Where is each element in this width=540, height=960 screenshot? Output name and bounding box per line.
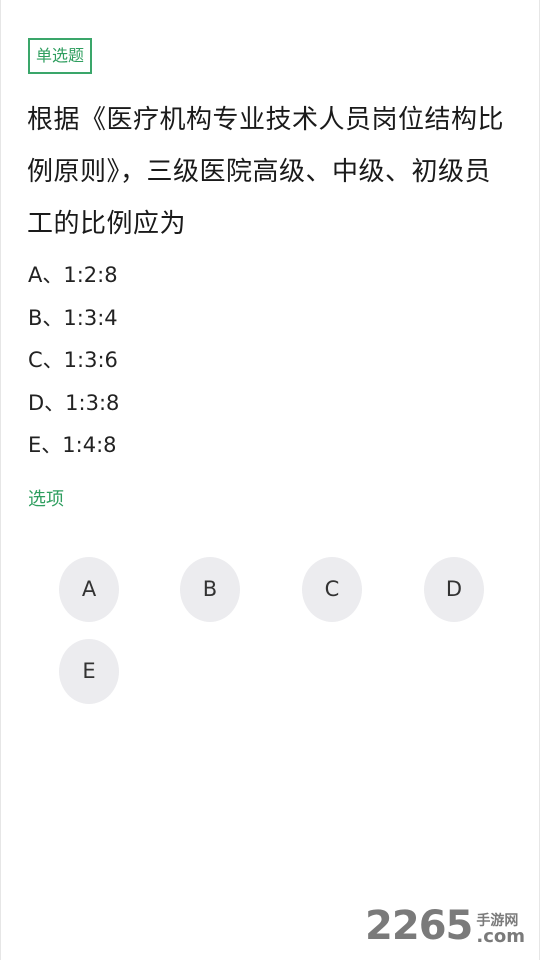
- watermark-number: 2265: [365, 903, 473, 949]
- option-item-b: B、1:3:4: [28, 305, 118, 330]
- answer-button-b[interactable]: B: [180, 557, 240, 622]
- option-item-c: C、1:3:6: [28, 348, 118, 372]
- answer-button-c[interactable]: C: [302, 557, 362, 622]
- question-type-badge: 单选题: [28, 38, 93, 74]
- option-list: A、1:2:8 B、1:3:4 C、1:3:6 D、1:3:8 E、1:4:8: [28, 254, 119, 467]
- answer-section-label: 选项: [28, 489, 64, 510]
- question-text: 根据《医疗机构专业技术人员岗位结构比例原则》，三级医院高级、中级、初级员工的比例…: [27, 105, 505, 239]
- option-item-a: A、1:2:8: [28, 263, 118, 287]
- option-item-e: E、1:4:8: [28, 433, 117, 457]
- watermark-suffix: .com: [476, 926, 525, 947]
- answer-button-d[interactable]: D: [424, 557, 484, 622]
- answer-button-e[interactable]: E: [59, 639, 119, 704]
- answer-button-a[interactable]: A: [59, 557, 119, 622]
- question-page: 单选题 根据《医疗机构专业技术人员岗位结构比例原则》，三级医院高级、中级、初级员…: [0, 0, 540, 960]
- watermark-side: 手游网 .com: [476, 914, 525, 946]
- option-item-d: D、1:3:8: [28, 390, 120, 415]
- site-watermark: 2265 手游网 .com: [365, 906, 525, 946]
